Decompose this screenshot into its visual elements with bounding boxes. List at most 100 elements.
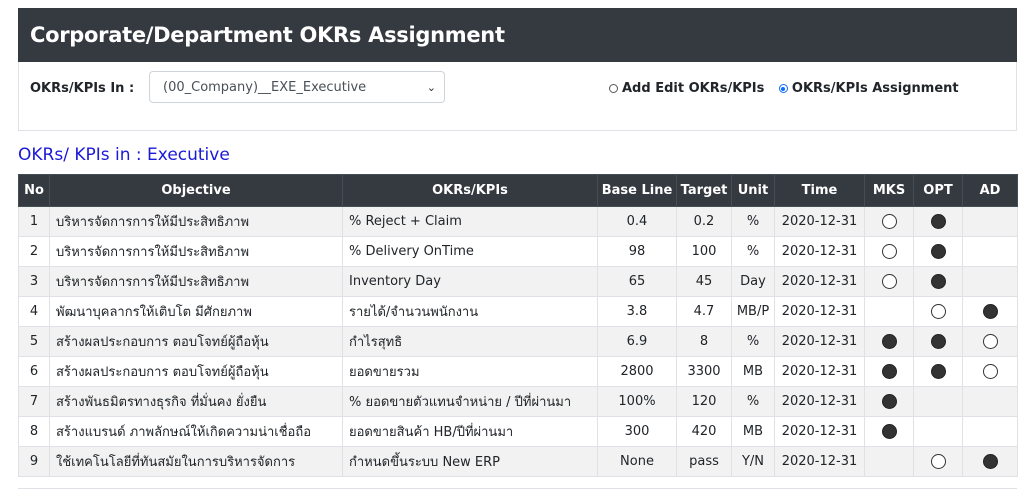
cell-no: 7	[18, 386, 50, 417]
cell-kpi: รายได้/จำนวนพนักงาน	[342, 296, 598, 327]
filled-circle-icon[interactable]	[881, 334, 897, 349]
cell-opt	[913, 296, 963, 327]
table-row: 6 สร้างผลประกอบการ ตอบโจทย์ผู้ถือหุ้น ยอดข…	[18, 356, 1018, 387]
cell-time: 2020-12-31	[774, 356, 865, 387]
cell-ad	[962, 266, 1018, 297]
cell-objective: บริหารจัดการการให้มีประสิทธิภาพ	[49, 236, 343, 267]
cell-ad	[962, 416, 1018, 447]
filled-circle-icon[interactable]	[881, 424, 897, 439]
cell-kpi: % ยอดขายตัวแทนจำหน่าย / ปีที่ผ่านมา	[342, 386, 598, 417]
cell-base-line: 3.8	[597, 296, 677, 327]
cell-kpi: % Reject + Claim	[342, 206, 598, 237]
cell-target: 3300	[676, 356, 732, 387]
cell-opt	[913, 386, 963, 417]
department-select[interactable]: (00_Company)__EXE_Executive ⌄	[149, 71, 445, 103]
empty-circle-icon[interactable]	[881, 244, 897, 259]
radio-assignment-icon[interactable]	[778, 84, 788, 93]
cell-kpi: กำไรสุทธิ	[342, 326, 598, 357]
empty-circle-icon[interactable]	[881, 274, 897, 289]
empty-circle-icon[interactable]	[982, 334, 998, 349]
cell-opt	[913, 356, 963, 387]
cell-unit: Day	[731, 266, 775, 297]
cell-time: 2020-12-31	[774, 236, 865, 267]
cell-base-line: 300	[597, 416, 677, 447]
cell-mks	[864, 266, 914, 297]
page-title: Corporate/Department OKRs Assignment	[30, 23, 505, 47]
radio-add-edit-icon[interactable]	[609, 84, 618, 93]
cell-ad	[962, 446, 1018, 477]
cell-time: 2020-12-31	[774, 206, 865, 237]
cell-unit: %	[731, 386, 775, 417]
col-header-no: No	[18, 174, 50, 207]
empty-circle-icon[interactable]	[881, 214, 897, 229]
cell-ad	[962, 206, 1018, 237]
filled-circle-icon[interactable]	[930, 244, 946, 259]
okrs-assignment-table: No Objective OKRs/KPIs Base Line Target …	[18, 174, 1018, 477]
cell-objective: สร้างผลประกอบการ ตอบโจทย์ผู้ถือหุ้น	[49, 356, 343, 387]
cell-opt	[913, 266, 963, 297]
cell-time: 2020-12-31	[774, 296, 865, 327]
cell-objective: ใช้เทคโนโลยีที่ทันสมัยในการบริหารจัดการ	[49, 446, 343, 477]
cell-target: 120	[676, 386, 732, 417]
divider	[18, 488, 1017, 489]
cell-target: 0.2	[676, 206, 732, 237]
cell-unit: %	[731, 236, 775, 267]
filled-circle-icon[interactable]	[930, 274, 946, 289]
cell-target: 4.7	[676, 296, 732, 327]
cell-objective: สร้างผลประกอบการ ตอบโจทย์ผู้ถือหุ้น	[49, 326, 343, 357]
cell-mks	[864, 206, 914, 237]
table-row: 4 พัฒนาบุคลากรให้เติบโต มีศักยภาพ รายได้/จ…	[18, 296, 1018, 327]
cell-unit: %	[731, 326, 775, 357]
chevron-down-icon: ⌄	[426, 81, 436, 94]
cell-no: 6	[18, 356, 50, 387]
filled-circle-icon[interactable]	[881, 364, 897, 379]
filled-circle-icon[interactable]	[930, 334, 946, 349]
filled-circle-icon[interactable]	[982, 304, 998, 319]
cell-no: 5	[18, 326, 50, 357]
cell-unit: MB/P	[731, 296, 775, 327]
cell-opt	[913, 416, 963, 447]
radio-add-edit-label: Add Edit OKRs/KPIs	[622, 81, 765, 96]
table-row: 7 สร้างพันธมิตรทางธุรกิจ ที่มั่นคง ยั่งยื…	[18, 386, 1018, 417]
filled-circle-icon[interactable]	[982, 454, 998, 469]
cell-unit: %	[731, 206, 775, 237]
table-row: 3 บริหารจัดการการให้มีประสิทธิภาพ Inventor…	[18, 266, 1018, 297]
cell-ad	[962, 236, 1018, 267]
cell-unit: MB	[731, 356, 775, 387]
radio-add-edit-okrs[interactable]: Add Edit OKRs/KPIs	[609, 81, 764, 96]
cell-mks	[864, 416, 914, 447]
col-header-target: Target	[676, 174, 732, 207]
empty-circle-icon[interactable]	[982, 364, 998, 379]
cell-target: 420	[676, 416, 732, 447]
page-header: Corporate/Department OKRs Assignment	[18, 8, 1017, 62]
col-header-objective: Objective	[49, 174, 343, 207]
cell-base-line: None	[597, 446, 677, 477]
cell-no: 2	[18, 236, 50, 267]
filled-circle-icon[interactable]	[930, 214, 946, 229]
empty-circle-icon[interactable]	[930, 454, 946, 469]
table-row: 8 สร้างแบรนด์ ภาพลักษณ์ให้เกิดความน่าเชื่…	[18, 416, 1018, 447]
filled-circle-icon[interactable]	[881, 394, 897, 409]
cell-no: 9	[18, 446, 50, 477]
cell-no: 8	[18, 416, 50, 447]
col-header-unit: Unit	[731, 174, 775, 207]
cell-mks	[864, 236, 914, 267]
cell-kpi: Inventory Day	[342, 266, 598, 297]
cell-time: 2020-12-31	[774, 446, 865, 477]
cell-target: 8	[676, 326, 732, 357]
cell-unit: MB	[731, 416, 775, 447]
cell-target: pass	[676, 446, 732, 477]
cell-opt	[913, 326, 963, 357]
department-select-value: (00_Company)__EXE_Executive	[163, 80, 367, 95]
col-header-okrs-kpis: OKRs/KPIs	[342, 174, 598, 207]
okrs-kpis-in-label: OKRs/KPIs In :	[30, 81, 135, 96]
empty-circle-icon[interactable]	[930, 304, 946, 319]
cell-no: 1	[18, 206, 50, 237]
cell-kpi: % Delivery OnTime	[342, 236, 598, 267]
cell-mks	[864, 326, 914, 357]
radio-okrs-assignment[interactable]: OKRs/KPIs Assignment	[778, 81, 959, 96]
cell-objective: สร้างพันธมิตรทางธุรกิจ ที่มั่นคง ยั่งยืน	[49, 386, 343, 417]
cell-mks	[864, 446, 914, 477]
col-header-time: Time	[774, 174, 865, 207]
filled-circle-icon[interactable]	[930, 364, 946, 379]
